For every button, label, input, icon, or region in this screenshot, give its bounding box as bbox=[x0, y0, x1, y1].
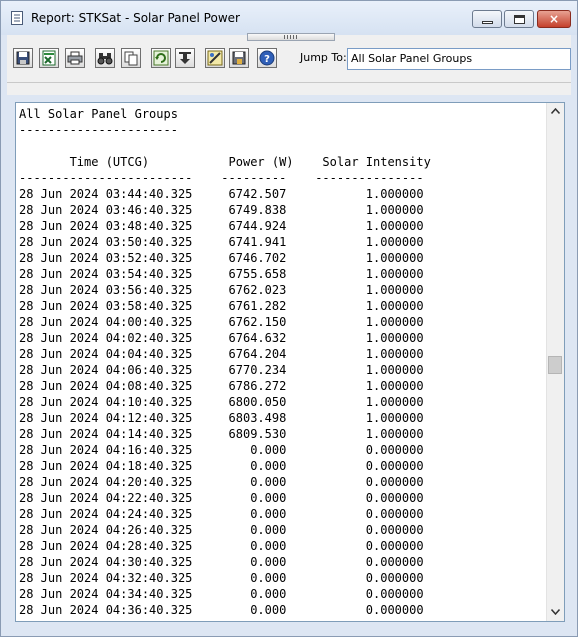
chevron-down-icon bbox=[551, 609, 560, 615]
toolbar-grip[interactable] bbox=[247, 33, 335, 41]
scroll-thumb[interactable] bbox=[548, 356, 562, 374]
close-icon: × bbox=[548, 12, 560, 26]
help-button[interactable]: ? bbox=[257, 48, 277, 68]
print-button[interactable] bbox=[65, 48, 85, 68]
chevron-up-icon bbox=[551, 108, 560, 114]
report-line: 28 Jun 2024 04:34:40.325 0.000 0.000000 bbox=[19, 587, 424, 601]
scroll-down-button[interactable] bbox=[547, 604, 564, 621]
report-text-area[interactable]: All Solar Panel Groups ------------------… bbox=[15, 102, 565, 622]
report-line: 28 Jun 2024 04:12:40.325 6803.498 1.0000… bbox=[19, 411, 424, 425]
report-line: 28 Jun 2024 04:06:40.325 6770.234 1.0000… bbox=[19, 363, 424, 377]
grip-icon bbox=[284, 35, 298, 39]
report-line: 28 Jun 2024 04:14:40.325 6809.530 1.0000… bbox=[19, 427, 424, 441]
report-line: 28 Jun 2024 04:36:40.325 0.000 0.000000 bbox=[19, 603, 424, 617]
report-line: 28 Jun 2024 03:48:40.325 6744.924 1.0000… bbox=[19, 219, 424, 233]
report-line: 28 Jun 2024 04:24:40.325 0.000 0.000000 bbox=[19, 507, 424, 521]
report-line: 28 Jun 2024 03:58:40.325 6761.282 1.0000… bbox=[19, 299, 424, 313]
report-line: ---------------------- bbox=[19, 123, 178, 137]
report-line: 28 Jun 2024 03:50:40.325 6741.941 1.0000… bbox=[19, 235, 424, 249]
report-line: 28 Jun 2024 04:18:40.325 0.000 0.000000 bbox=[19, 459, 424, 473]
report-window: Report: STKSat - Solar Panel Power × ? J… bbox=[0, 0, 578, 637]
save-as-button[interactable] bbox=[229, 48, 249, 68]
toolbar-divider bbox=[7, 82, 571, 83]
report-line: 28 Jun 2024 04:10:40.325 6800.050 1.0000… bbox=[19, 395, 424, 409]
report-line: 28 Jun 2024 04:30:40.325 0.000 0.000000 bbox=[19, 555, 424, 569]
maximize-button[interactable] bbox=[504, 10, 534, 28]
report-line: 28 Jun 2024 04:02:40.325 6764.632 1.0000… bbox=[19, 331, 424, 345]
title-bar[interactable]: Report: STKSat - Solar Panel Power × bbox=[1, 1, 577, 35]
report-line: 28 Jun 2024 03:54:40.325 6755.658 1.0000… bbox=[19, 267, 424, 281]
minimize-icon bbox=[482, 21, 493, 24]
report-line: All Solar Panel Groups bbox=[19, 107, 178, 121]
export-excel-icon bbox=[42, 50, 56, 66]
copy-icon bbox=[124, 51, 138, 66]
svg-text:?: ? bbox=[264, 54, 270, 65]
close-button[interactable]: × bbox=[537, 10, 571, 28]
scroll-up-button[interactable] bbox=[547, 103, 564, 120]
report-line: 28 Jun 2024 04:22:40.325 0.000 0.000000 bbox=[19, 491, 424, 505]
find-icon bbox=[97, 53, 113, 65]
jump-to-label: Jump To: bbox=[300, 51, 347, 64]
jump-to-select[interactable]: All Solar Panel Groups bbox=[347, 48, 571, 70]
report-line: 28 Jun 2024 03:46:40.325 6749.838 1.0000… bbox=[19, 203, 424, 217]
report-line: 28 Jun 2024 03:52:40.325 6746.702 1.0000… bbox=[19, 251, 424, 265]
minimize-button[interactable] bbox=[472, 10, 502, 28]
report-line: 28 Jun 2024 03:44:40.325 6742.507 1.0000… bbox=[19, 187, 424, 201]
maximize-icon bbox=[514, 15, 525, 24]
vertical-scrollbar[interactable] bbox=[546, 103, 564, 621]
properties-icon bbox=[207, 50, 223, 66]
refresh-icon bbox=[153, 50, 169, 66]
download-button[interactable] bbox=[175, 48, 195, 68]
report-line bbox=[19, 138, 544, 154]
save-as-icon bbox=[232, 51, 246, 65]
report-line: 28 Jun 2024 04:28:40.325 0.000 0.000000 bbox=[19, 539, 424, 553]
find-button[interactable] bbox=[95, 48, 115, 68]
report-content[interactable]: All Solar Panel Groups ------------------… bbox=[19, 106, 544, 618]
report-line: 28 Jun 2024 04:04:40.325 6764.204 1.0000… bbox=[19, 347, 424, 361]
report-line: 28 Jun 2024 04:16:40.325 0.000 0.000000 bbox=[19, 443, 424, 457]
copy-button[interactable] bbox=[121, 48, 141, 68]
report-icon bbox=[11, 11, 23, 25]
toolbar: ? Jump To: All Solar Panel Groups bbox=[7, 33, 571, 95]
window-title: Report: STKSat - Solar Panel Power bbox=[31, 11, 240, 25]
report-line: 28 Jun 2024 04:08:40.325 6786.272 1.0000… bbox=[19, 379, 424, 393]
report-line: 28 Jun 2024 04:20:40.325 0.000 0.000000 bbox=[19, 475, 424, 489]
save-button[interactable] bbox=[13, 48, 33, 68]
download-icon bbox=[179, 52, 191, 64]
report-line: 28 Jun 2024 04:32:40.325 0.000 0.000000 bbox=[19, 571, 424, 585]
help-icon: ? bbox=[259, 50, 275, 66]
report-line: 28 Jun 2024 03:56:40.325 6762.023 1.0000… bbox=[19, 283, 424, 297]
report-line: Time (UTCG) Power (W) Solar Intensity bbox=[19, 155, 431, 169]
refresh-button[interactable] bbox=[151, 48, 171, 68]
print-icon bbox=[67, 51, 83, 65]
export-excel-button[interactable] bbox=[39, 48, 59, 68]
report-line: 28 Jun 2024 04:26:40.325 0.000 0.000000 bbox=[19, 523, 424, 537]
report-line: 28 Jun 2024 04:00:40.325 6762.150 1.0000… bbox=[19, 315, 424, 329]
report-line: ------------------------ --------- -----… bbox=[19, 171, 424, 185]
properties-button[interactable] bbox=[205, 48, 225, 68]
save-icon bbox=[16, 51, 30, 65]
